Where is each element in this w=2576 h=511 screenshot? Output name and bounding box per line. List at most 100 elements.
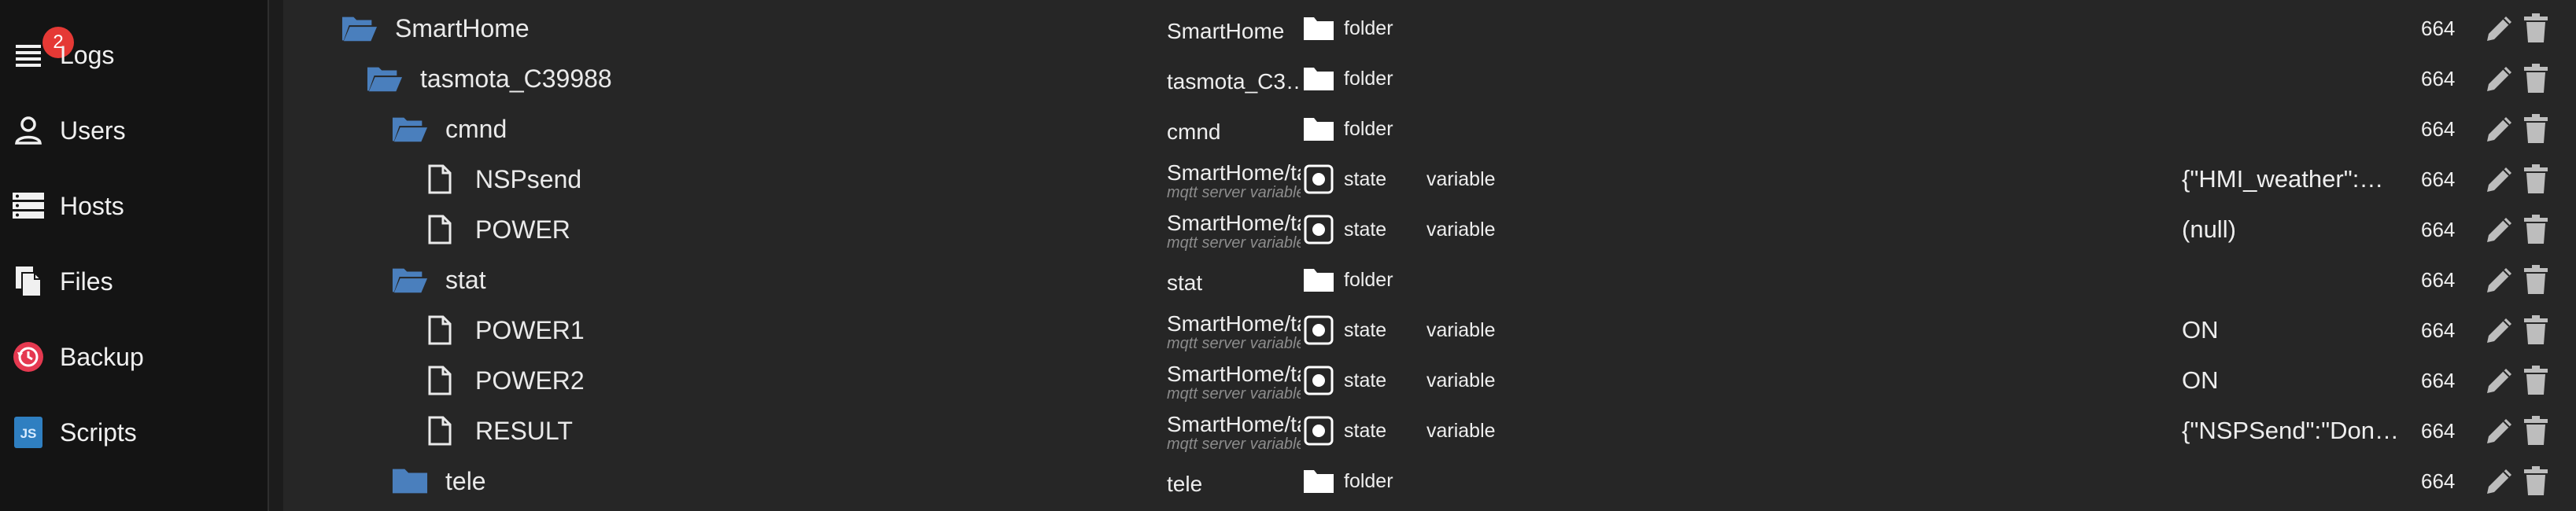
tree-row-folder[interactable]: SmartHome SmartHome folder 664 [283, 3, 2576, 53]
object-role: variable [1426, 219, 1496, 241]
object-role: variable [1426, 319, 1496, 341]
pencil-icon [2487, 117, 2511, 142]
pencil-icon [2487, 167, 2511, 192]
delete-button[interactable] [2522, 264, 2549, 296]
edit-button[interactable] [2483, 164, 2516, 195]
file-icon [422, 314, 458, 346]
pencil-icon [2487, 17, 2511, 41]
trash-icon [2524, 215, 2548, 244]
object-id: SmartHome/ta mqtt server variable [1167, 211, 1301, 252]
edit-button[interactable] [2483, 113, 2516, 145]
tree-row-folder[interactable]: tasmota_C39988 tasmota_C3… folder 664 [283, 53, 2576, 104]
trash-icon [2524, 114, 2548, 143]
delete-button[interactable] [2522, 365, 2549, 396]
tree-item-name: cmnd [445, 114, 507, 143]
delete-button[interactable] [2522, 13, 2549, 44]
tree-item-name: NSPsend [475, 164, 582, 193]
sidebar-item-label: Users [60, 116, 126, 145]
delete-button[interactable] [2522, 164, 2549, 195]
tree-row-state[interactable]: NSPsend SmartHome/ta mqtt server variable… [283, 154, 2576, 204]
state-icon [1302, 164, 1335, 194]
delete-button[interactable] [2522, 63, 2549, 94]
delete-button[interactable] [2522, 415, 2549, 447]
edit-button[interactable] [2483, 415, 2516, 447]
object-id: SmartHome [1167, 19, 1285, 43]
folder-icon [1302, 467, 1335, 495]
edit-button[interactable] [2483, 365, 2516, 396]
state-icon [1302, 366, 1335, 395]
object-type: folder [1344, 269, 1393, 291]
delete-button[interactable] [2522, 465, 2549, 497]
object-id: SmartHome/ta mqtt server variable [1167, 362, 1301, 403]
tree-row-folder[interactable]: tele tele folder 664 [283, 456, 2576, 506]
sidebar-item-label: Backup [60, 342, 144, 371]
object-tree: SmartHome SmartHome folder 664 tasmota_C… [283, 0, 2576, 511]
trash-icon [2524, 315, 2548, 344]
tree-item-name: tele [445, 466, 486, 495]
delete-button[interactable] [2522, 214, 2549, 245]
folder-icon[interactable] [392, 465, 428, 497]
scripts-icon: JS [11, 415, 46, 450]
file-icon [422, 415, 458, 447]
trash-icon [2524, 466, 2548, 495]
sidebar-item-label: Logs [60, 40, 115, 69]
sidebar-item-users[interactable]: Users [0, 93, 268, 168]
sidebar-item-files[interactable]: Files [0, 244, 268, 319]
acl-value: 664 [2421, 419, 2456, 443]
object-type: folder [1344, 68, 1393, 90]
edit-button[interactable] [2483, 63, 2516, 94]
acl-value: 664 [2421, 469, 2456, 493]
object-id: stat [1167, 270, 1203, 295]
object-value: {"NSPSend":"Don… [2182, 417, 2399, 444]
sidebar-item-label: Hosts [60, 191, 124, 220]
object-type: folder [1344, 118, 1393, 140]
user-icon [11, 113, 46, 148]
state-icon [1302, 315, 1335, 345]
tree-row-state[interactable]: POWER SmartHome/ta mqtt server variable s… [283, 204, 2576, 255]
folder-open-icon[interactable] [392, 264, 428, 296]
sidebar-item-hosts[interactable]: Hosts [0, 168, 268, 244]
object-id: tele [1167, 472, 1203, 496]
panel-divider [269, 0, 283, 511]
edit-button[interactable] [2483, 465, 2516, 497]
delete-button[interactable] [2522, 113, 2549, 145]
edit-button[interactable] [2483, 214, 2516, 245]
sidebar-item-backup[interactable]: Backup [0, 319, 268, 395]
object-value: {"HMI_weather":… [2182, 165, 2384, 193]
pencil-icon [2487, 268, 2511, 292]
object-id: SmartHome/ta mqtt server variable [1167, 311, 1301, 352]
trash-icon [2524, 64, 2548, 93]
object-role: variable [1426, 168, 1496, 190]
tree-item-name: tasmota_C39988 [420, 64, 612, 93]
sidebar-item-logs[interactable]: 2 Logs [0, 17, 268, 93]
tree-item-name: SmartHome [395, 13, 530, 42]
tree-row-folder[interactable]: cmnd cmnd folder 664 [283, 104, 2576, 154]
tree-row-state[interactable]: POWER2 SmartHome/ta mqtt server variable … [283, 355, 2576, 406]
acl-value: 664 [2421, 117, 2456, 141]
sidebar-item-scripts[interactable]: JS Scripts [0, 395, 268, 470]
object-id: cmnd [1167, 119, 1221, 144]
edit-button[interactable] [2483, 13, 2516, 44]
sidebar-item-label: Files [60, 267, 113, 296]
folder-icon [1302, 64, 1335, 93]
svg-text:JS: JS [20, 426, 37, 441]
tree-row-state[interactable]: POWER1 SmartHome/ta mqtt server variable … [283, 305, 2576, 355]
tree-row-state[interactable]: RESULT SmartHome/ta mqtt server variable … [283, 406, 2576, 456]
edit-button[interactable] [2483, 264, 2516, 296]
tree-row-folder[interactable]: stat stat folder 664 [283, 255, 2576, 305]
trash-icon [2524, 416, 2548, 445]
object-id: SmartHome/ta mqtt server variable [1167, 412, 1301, 453]
folder-open-icon[interactable] [367, 63, 403, 94]
file-icon [422, 214, 458, 245]
folder-open-icon[interactable] [341, 13, 378, 44]
delete-button[interactable] [2522, 314, 2549, 346]
trash-icon [2524, 164, 2548, 193]
edit-button[interactable] [2483, 314, 2516, 346]
sidebar-item-label: Scripts [60, 417, 137, 447]
object-value: ON [2182, 316, 2219, 344]
object-type: state [1344, 319, 1387, 341]
object-type: state [1344, 369, 1387, 392]
pencil-icon [2487, 469, 2511, 494]
files-icon [11, 264, 46, 299]
folder-open-icon[interactable] [392, 113, 428, 145]
